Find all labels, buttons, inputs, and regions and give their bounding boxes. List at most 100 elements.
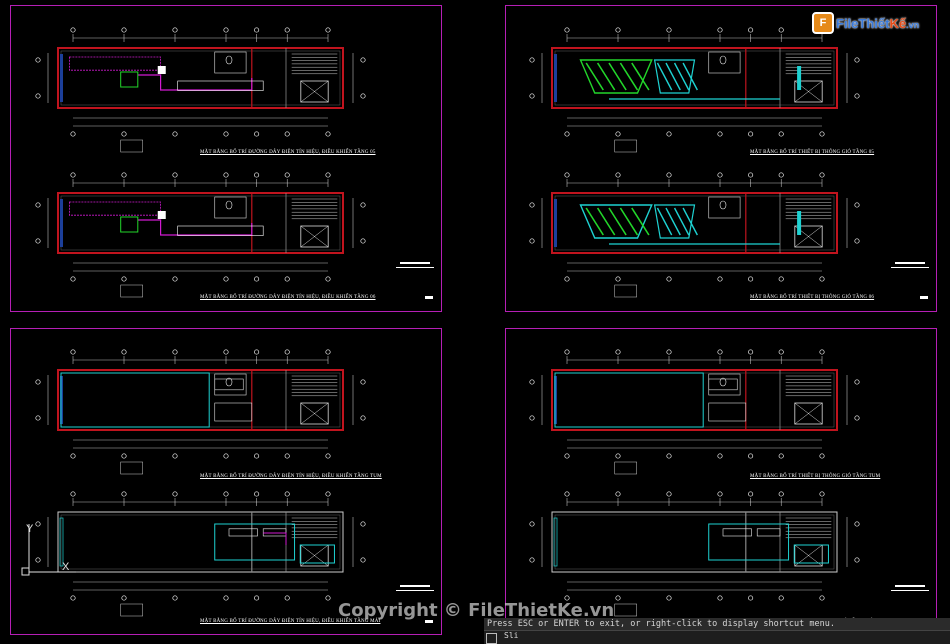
grid-bubble	[325, 276, 331, 282]
tank-unit	[228, 528, 258, 537]
grid-bubble	[121, 131, 127, 137]
plan-title-electric-floor-06: MẶT BẰNG BỐ TRÍ ĐƯỜNG DÂY ĐIỆN TÍN HIỆU,…	[200, 295, 376, 300]
grid-bubble	[854, 521, 860, 527]
grid-bubble	[564, 276, 570, 282]
signal-cable-route	[263, 532, 287, 545]
facade-glass	[554, 54, 557, 102]
grid-bubble	[748, 595, 754, 601]
tank-unit	[262, 528, 287, 537]
grid-bubble	[615, 349, 621, 355]
grid-bubble	[615, 453, 621, 459]
ucs-x-label: X	[62, 561, 70, 573]
grid-bubble	[778, 491, 784, 497]
title-block-bar	[891, 267, 929, 268]
sheet-number-box	[425, 296, 433, 299]
scale-block	[614, 603, 637, 617]
floor-plans-canvas[interactable]	[0, 0, 950, 643]
grid-bubble	[564, 27, 570, 33]
cable-tag-box	[69, 56, 161, 71]
device-marker	[157, 211, 166, 219]
plan-title-electric-floor-05: MẶT BẰNG BỐ TRÍ ĐƯỜNG DÂY ĐIỆN TÍN HIỆU,…	[200, 150, 376, 155]
title-block-bar	[891, 590, 929, 591]
grid-bubble	[717, 172, 723, 178]
equipment-unit	[120, 216, 139, 233]
roof-box	[299, 544, 335, 564]
command-history-icon[interactable]	[486, 633, 497, 644]
grid-bubble	[666, 491, 672, 497]
grid-bubble	[223, 491, 229, 497]
command-prompt-text: Press ESC or ENTER to exit, or right-cli…	[487, 619, 835, 629]
grid-bubble	[717, 349, 723, 355]
grid-bubble	[819, 276, 825, 282]
inner-wall-line	[60, 372, 341, 428]
tank-unit	[756, 528, 781, 537]
grid-bubble	[748, 131, 754, 137]
grid-bubble	[223, 276, 229, 282]
inner-wall-line	[60, 50, 341, 106]
bench-unit	[708, 402, 747, 422]
grid-bubble	[615, 491, 621, 497]
facade-glass	[553, 517, 558, 567]
command-line-panel[interactable]: Press ESC or ENTER to exit, or right-cli…	[484, 618, 950, 644]
grid-bubble	[819, 595, 825, 601]
grid-bubble	[284, 27, 290, 33]
grid-bubble	[854, 238, 860, 244]
grid-bubble	[666, 172, 672, 178]
logo-text: FileThiếtKế.vn	[836, 16, 919, 31]
grid-bubble	[615, 595, 621, 601]
grid-bubble	[121, 595, 127, 601]
grid-bubble	[172, 276, 178, 282]
grid-bubble	[529, 238, 535, 244]
grid-bubble	[70, 453, 76, 459]
grid-bubble	[360, 202, 366, 208]
inner-wall-line	[554, 195, 835, 251]
inner-wall-line	[554, 372, 835, 428]
toilet-icon	[225, 200, 233, 210]
grid-bubble	[778, 595, 784, 601]
cable-tag-box	[69, 201, 161, 216]
grid-bubble	[529, 93, 535, 99]
grid-bubble	[254, 491, 260, 497]
grid-bubble	[360, 557, 366, 563]
grid-bubble	[35, 238, 41, 244]
grid-bubble	[564, 131, 570, 137]
grid-bubble	[223, 172, 229, 178]
grid-bubble	[778, 172, 784, 178]
grid-bubble	[70, 491, 76, 497]
grid-bubble	[284, 172, 290, 178]
grid-bubble	[35, 202, 41, 208]
grid-bubble	[529, 57, 535, 63]
terrace-outline	[554, 372, 704, 428]
plan-title-ventilation-floor-tum: MẶT BẰNG BỐ TRÍ THIẾT BỊ THÔNG GIÓ TẦNG …	[750, 474, 881, 479]
grid-bubble	[854, 93, 860, 99]
grid-bubble	[564, 172, 570, 178]
command-input[interactable]: Sli	[484, 630, 950, 644]
signal-cable-route	[137, 219, 253, 236]
grid-bubble	[360, 379, 366, 385]
grid-bubble	[819, 453, 825, 459]
grid-bubble	[529, 557, 535, 563]
grid-bubble	[717, 491, 723, 497]
grid-bubble	[854, 379, 860, 385]
grid-bubble	[254, 172, 260, 178]
scale-block	[614, 139, 637, 153]
grid-bubble	[325, 453, 331, 459]
duct-hatch	[673, 62, 690, 91]
grid-bubble	[854, 57, 860, 63]
grid-bubble	[284, 349, 290, 355]
grid-bubble	[778, 276, 784, 282]
grid-bubble	[615, 27, 621, 33]
grid-bubble	[172, 453, 178, 459]
bench-unit	[214, 402, 253, 422]
grid-bubble	[70, 27, 76, 33]
grid-bubble	[172, 595, 178, 601]
device-marker	[157, 66, 166, 74]
grid-bubble	[778, 131, 784, 137]
inner-wall-line	[60, 195, 341, 251]
grid-bubble	[717, 595, 723, 601]
grid-bubble	[172, 131, 178, 137]
grid-bubble	[360, 415, 366, 421]
grid-bubble	[325, 131, 331, 137]
inner-wall-line	[554, 514, 835, 570]
grid-bubble	[717, 27, 723, 33]
